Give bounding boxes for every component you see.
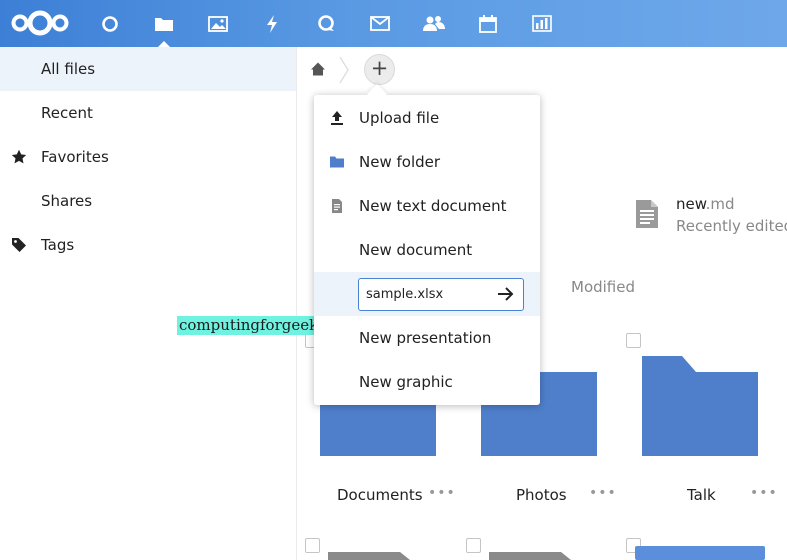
folder-icon[interactable]	[489, 552, 573, 560]
column-header-modified[interactable]: Modified	[571, 278, 635, 296]
text-document-icon	[636, 200, 658, 228]
mail-app-icon[interactable]	[360, 0, 400, 47]
folder-icon	[330, 156, 344, 168]
file-name[interactable]: Documents	[337, 486, 423, 504]
recent-file-status: Recently edited	[676, 217, 787, 235]
new-document-menu-item[interactable]: New document	[314, 228, 540, 272]
file-actions-button[interactable]: •••	[750, 485, 778, 501]
file-checkbox[interactable]	[305, 538, 320, 553]
top-bar	[0, 0, 787, 47]
file-checkbox[interactable]	[466, 538, 481, 553]
new-text-document-menu-item[interactable]: New text document	[314, 184, 540, 228]
nextcloud-logo[interactable]	[10, 10, 70, 40]
tag-icon	[12, 238, 26, 252]
calendar-app-icon[interactable]	[468, 0, 508, 47]
upload-file-menu-item[interactable]: Upload file	[314, 96, 540, 140]
sidebar-item-recent[interactable]: Recent	[0, 91, 296, 135]
sidebar: All files Recent Favorites Shares Tags	[0, 47, 297, 560]
recent-file-name: new.md	[676, 195, 735, 213]
dashboard-app-icon[interactable]	[90, 0, 130, 47]
file-name[interactable]: Photos	[516, 486, 567, 504]
sidebar-item-tags[interactable]: Tags	[0, 223, 296, 267]
star-icon	[11, 149, 27, 164]
analytics-app-icon[interactable]	[522, 0, 562, 47]
new-file-menu: Upload file New folder New text document…	[314, 95, 540, 405]
sidebar-item-favorites[interactable]: Favorites	[0, 135, 296, 179]
file-name-input[interactable]	[359, 279, 489, 310]
new-folder-menu-item[interactable]: New folder	[314, 140, 540, 184]
file-actions-button[interactable]: •••	[428, 485, 456, 501]
sidebar-item-shares[interactable]: Shares	[0, 179, 296, 223]
file-checkbox[interactable]	[626, 333, 641, 348]
photos-app-icon[interactable]	[198, 0, 238, 47]
new-spreadsheet-menu-item	[314, 272, 540, 316]
activity-app-icon[interactable]	[252, 0, 292, 47]
arrow-right-icon[interactable]	[497, 285, 515, 303]
sidebar-item-label: Tags	[41, 236, 75, 254]
text-file-icon	[332, 199, 342, 213]
sidebar-item-label: Favorites	[41, 148, 109, 166]
upload-icon	[331, 111, 343, 125]
new-presentation-menu-item[interactable]: New presentation	[314, 316, 540, 360]
file-actions-button[interactable]: •••	[589, 485, 617, 501]
sidebar-item-label: Shares	[41, 192, 93, 210]
breadcrumb-separator	[338, 55, 350, 89]
folder-icon[interactable]	[328, 552, 412, 560]
files-app-icon[interactable]	[144, 0, 184, 47]
new-file-button[interactable]: +	[364, 54, 395, 85]
sidebar-item-label: All files	[41, 60, 96, 78]
contacts-app-icon[interactable]	[414, 0, 454, 47]
folder-icon[interactable]	[642, 356, 758, 456]
new-file-name-field[interactable]	[358, 278, 524, 311]
file-name[interactable]: Talk	[687, 486, 716, 504]
sidebar-item-label: Recent	[41, 104, 93, 122]
plus-icon: +	[370, 56, 389, 80]
sidebar-item-all-files[interactable]: All files	[0, 47, 296, 91]
home-icon[interactable]	[310, 61, 326, 81]
new-graphic-menu-item[interactable]: New graphic	[314, 360, 540, 404]
talk-app-icon[interactable]	[306, 0, 346, 47]
file-thumbnail[interactable]	[635, 546, 765, 560]
